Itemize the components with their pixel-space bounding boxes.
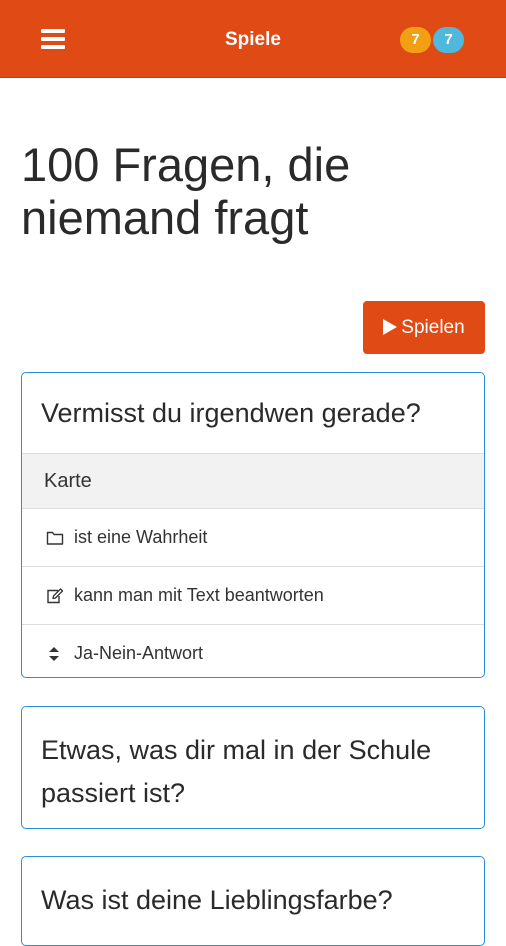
- card-attribute-label: Ja-Nein-Antwort: [74, 643, 204, 663]
- question-card[interactable]: Etwas, was dir mal in der Schule passier…: [21, 706, 485, 829]
- play-button[interactable]: Spielen: [363, 301, 485, 354]
- page-title: 100 Fragen, die niemand fragt: [21, 138, 351, 244]
- play-icon: [383, 319, 398, 335]
- card-attribute-label: kann man mit Text beantworten: [74, 585, 324, 605]
- blue-count-badge[interactable]: 7: [433, 27, 464, 53]
- card-question: Vermisst du irgendwen gerade?: [22, 373, 484, 454]
- folder-icon: [46, 530, 66, 546]
- orange-count-badge[interactable]: 7: [400, 27, 431, 53]
- card-attribute-row: Ja-Nein-Antwort: [22, 625, 484, 677]
- edit-icon: [46, 588, 66, 604]
- question-card[interactable]: Vermisst du irgendwen gerade? Karte ist …: [21, 372, 485, 678]
- card-attribute-row: kann man mit Text beantworten: [22, 567, 484, 625]
- card-question: Was ist deine Lieblingsfarbe?: [41, 885, 393, 915]
- card-attribute-row: ist eine Wahrheit: [22, 509, 484, 567]
- play-button-label: Spielen: [401, 317, 465, 338]
- card-attribute-label: ist eine Wahrheit: [74, 527, 208, 547]
- card-section-header: Karte: [22, 454, 484, 509]
- question-card[interactable]: Was ist deine Lieblingsfarbe?: [21, 856, 485, 946]
- card-question: Etwas, was dir mal in der Schule passier…: [41, 735, 432, 808]
- sort-icon: [46, 645, 66, 663]
- top-app-bar: Spiele 7 7: [0, 0, 506, 78]
